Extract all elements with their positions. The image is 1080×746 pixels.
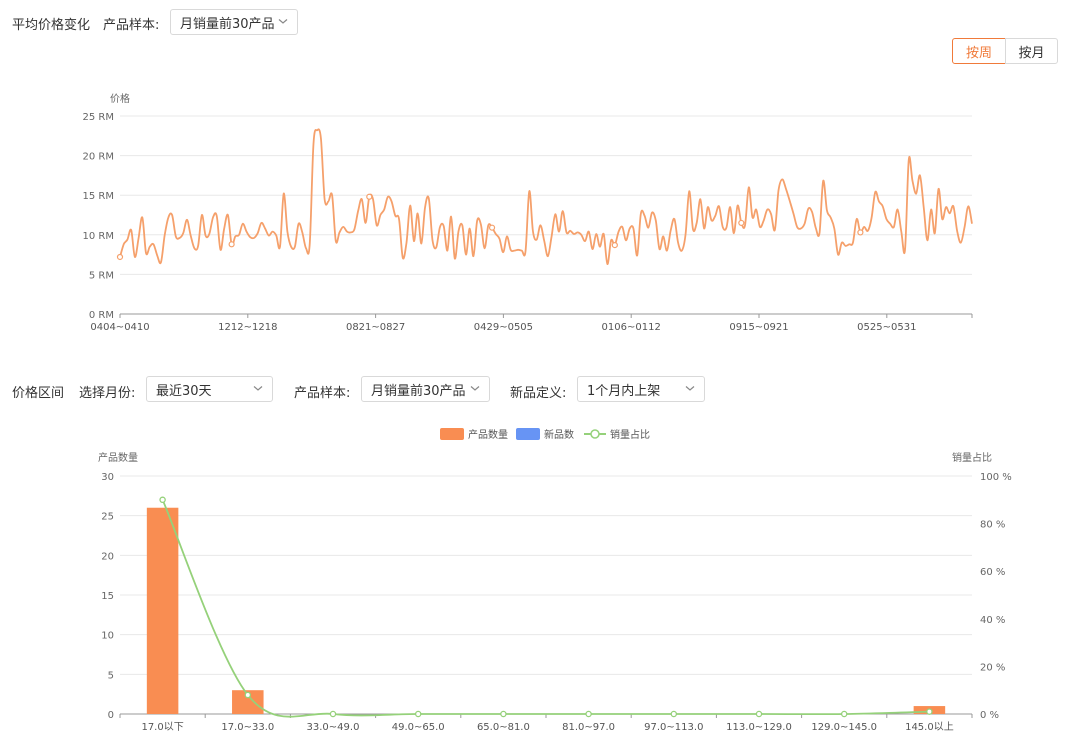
bar-x-tick-label: 97.0~113.0 [644,722,703,733]
bar-product-count [913,706,946,714]
legend-label-new-products: 新品数 [544,428,574,441]
bar-y-tick-label: 5 [108,670,114,681]
line-point [366,193,373,200]
bar-x-tick-label: 17.0以下 [141,722,183,733]
bar-x-tick-label: 113.0~129.0 [726,722,792,733]
new-product-def-label: 新品定义: [510,386,567,401]
line-point [738,219,745,227]
month-select[interactable]: 最近30天 [146,376,273,402]
new-product-def-value: 1个月内上架 [587,383,661,399]
sales-share-point [755,710,763,718]
bar-y-tick-label: 15 [101,591,114,602]
line-y-axis-title: 价格 [110,92,130,105]
sample-select-2-value: 月销量前30产品 [371,383,466,399]
line-point [116,253,124,261]
line-x-tick-label: 1212~1218 [218,322,277,333]
line-y-tick-label: 15 RM [83,191,114,202]
line-x-tick-label: 0404~0410 [90,322,149,333]
price-range-title: 价格区间 [12,386,65,401]
legend-marker-sales-share [590,429,600,439]
bar-x-tick-label: 145.0以上 [905,721,954,733]
line-point [857,229,864,236]
sample-label-2: 产品样本: [294,386,351,401]
bar-y2-tick-label: 100 % [980,472,1012,483]
chevron-down-icon [685,386,695,391]
sales-share-point [159,496,166,504]
sales-share-point [926,708,933,715]
legend-label-product-count: 产品数量 [468,428,508,441]
chevron-down-icon [470,386,480,391]
sales-share-point [329,710,337,718]
sales-share-point [414,710,422,718]
line-point [488,224,496,231]
bar-x-tick-label: 49.0~65.0 [392,722,445,733]
bar-y2-tick-label: 80 % [980,520,1005,531]
line-x-tick-label: 0525~0531 [857,322,916,333]
bar-x-tick-label: 129.0~145.0 [811,722,877,733]
bar-x-tick-label: 65.0~81.0 [477,722,530,733]
line-y-tick-label: 5 RM [89,270,114,281]
line-y-tick-label: 25 RM [83,112,114,123]
legend-swatch-product-count [440,428,464,440]
line-x-tick-label: 0106~0112 [602,322,661,333]
line-x-tick-label: 0429~0505 [474,322,533,333]
line-y-tick-label: 20 RM [83,152,114,163]
bar-y-tick-label: 25 [101,512,114,523]
new-product-def-select[interactable]: 1个月内上架 [577,376,705,402]
line-x-tick-label: 0915~0921 [729,322,788,333]
bar-x-tick-label: 81.0~97.0 [562,722,615,733]
bar-y2-tick-label: 20 % [980,662,1005,673]
sales-share-line [161,499,930,718]
sales-share-point [670,710,678,718]
sales-share-point [585,710,592,718]
bar-x-tick-label: 33.0~49.0 [307,722,360,733]
sample-select-2[interactable]: 月销量前30产品 [361,376,490,402]
legend-swatch-new-products [516,428,540,440]
line-y-tick-label: 10 RM [83,231,114,242]
average-price-line-chart: 价格 0 RM 5 RM 10 RM 15 RM 20 RM 25 RM 0404~0410… [83,92,973,333]
bar-y-axis-title: 产品数量 [98,451,138,464]
bar-y-tick-label: 20 [101,551,114,562]
bar-y2-axis-title: 销量占比 [952,451,992,464]
month-select-value: 最近30天 [156,383,212,399]
bar-product-count [232,690,264,714]
month-label: 选择月份: [79,386,136,401]
line-x-tick-label: 0821~0827 [346,322,405,333]
chart-legend: 产品数量 新品数 销量占比 [440,428,650,441]
bar-y2-tick-label: 0 % [980,710,999,721]
sales-share-point [500,710,507,718]
bar-y2-tick-label: 40 % [980,615,1005,626]
line-point [228,241,235,248]
price-series-line [119,128,973,266]
bar-y-tick-label: 0 [108,710,114,721]
bar-y2-tick-label: 60 % [980,567,1005,578]
bar-y-tick-label: 10 [101,631,114,642]
line-point [611,241,618,249]
line-y-tick-label: 0 RM [89,310,114,321]
legend-label-sales-share: 销量占比 [610,428,650,441]
bar-x-tick-label: 17.0~33.0 [221,722,274,733]
bar-product-count [146,507,179,714]
sales-share-point [244,691,252,699]
sales-share-point [840,710,848,718]
chevron-down-icon [253,386,263,391]
bar-y-tick-label: 30 [101,472,114,483]
